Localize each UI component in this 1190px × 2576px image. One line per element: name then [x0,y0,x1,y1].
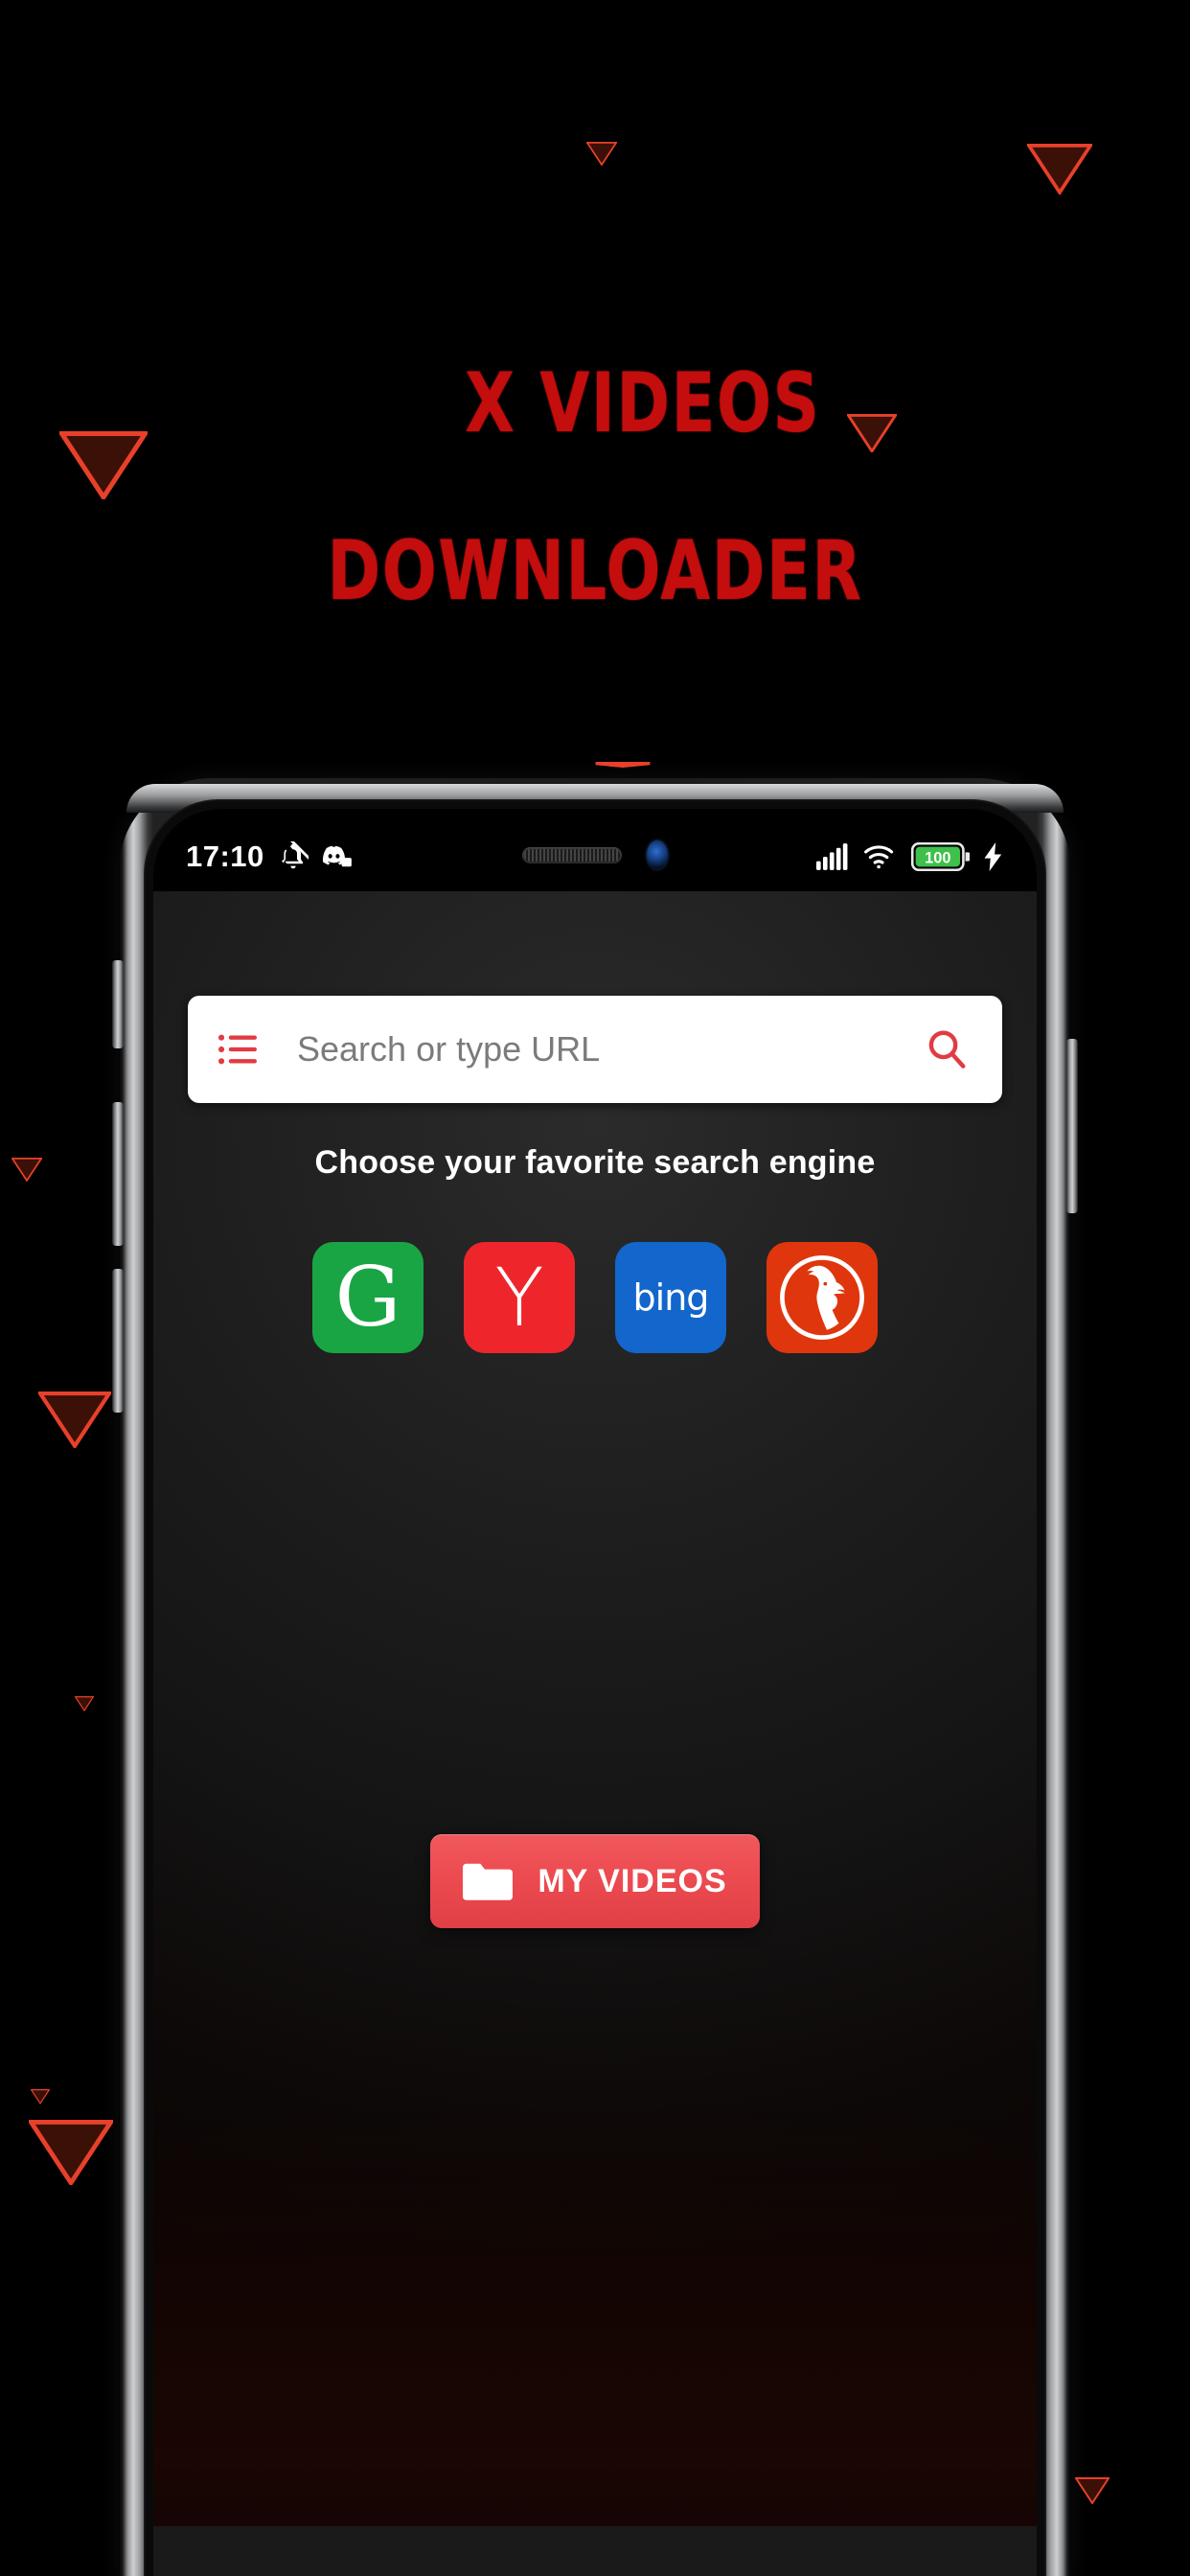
yahoo-icon: Y [494,1251,544,1345]
decorative-triangle [75,1696,94,1712]
volume-up-button[interactable] [112,1102,124,1246]
decorative-triangle [38,1392,111,1448]
decorative-triangle [1027,144,1092,195]
engine-tile-bing[interactable]: bing [615,1242,726,1353]
decorative-triangle [31,2089,50,2104]
bell-slash-icon [281,841,309,869]
wifi-icon [864,845,894,869]
discord-icon [322,845,352,867]
folder-icon [463,1863,514,1900]
search-icon [928,1030,966,1069]
my-videos-button[interactable]: MY VIDEOS [430,1834,760,1928]
battery-level-text: 100 [925,849,950,866]
front-camera [647,840,668,869]
google-icon: G [334,1250,401,1346]
volume-down-button[interactable] [112,1269,124,1413]
earpiece-speaker [522,846,622,863]
decorative-triangle [11,1158,42,1182]
phone-notch [416,809,774,891]
status-clock: 17:10 [186,840,264,873]
bing-icon: bing [632,1276,710,1319]
list-icon[interactable] [218,1033,257,1066]
decorative-triangle [1075,2477,1110,2504]
engine-tile-google[interactable]: G [312,1242,423,1353]
engine-section-title: Choose your favorite search engine [314,1144,876,1181]
my-videos-label: MY VIDEOS [538,1862,727,1899]
decorative-triangle [29,2120,113,2186]
headline-line-1: X VIDEOS [465,355,821,451]
duckduckgo-icon [780,1255,864,1340]
cellular-signal-icon [816,843,848,870]
search-bar[interactable] [188,996,1002,1103]
app-promo-screenshot: X VIDEOS DOWNLOADER 17:10 100 Search or … [0,0,1190,2576]
status-bar-left: 17:10 [186,826,353,874]
power-button[interactable] [1066,1039,1078,1213]
search-input[interactable] [297,1029,922,1070]
charging-bolt-icon [984,842,1002,871]
page-title: X VIDEOS DOWNLOADER [131,278,1060,782]
search-submit-button[interactable] [922,1024,972,1074]
headline-line-2: DOWNLOADER [327,523,863,620]
engine-tile-duckduckgo[interactable] [767,1242,878,1353]
battery-icon: 100 [910,842,970,871]
bottom-navigation-strip [153,2526,1037,2576]
phone-screen: 17:10 100 Search or type URL Choose your… [153,809,1037,2576]
decorative-triangle [586,142,617,166]
engine-tile-yahoo[interactable]: Y [464,1242,575,1353]
phone-mockup: 17:10 100 Search or type URL Choose your… [112,778,1078,2576]
engine-row: G Y bing [153,1242,1037,1353]
silent-switch-button[interactable] [112,960,124,1048]
status-bar-right: 100 [816,829,1004,871]
